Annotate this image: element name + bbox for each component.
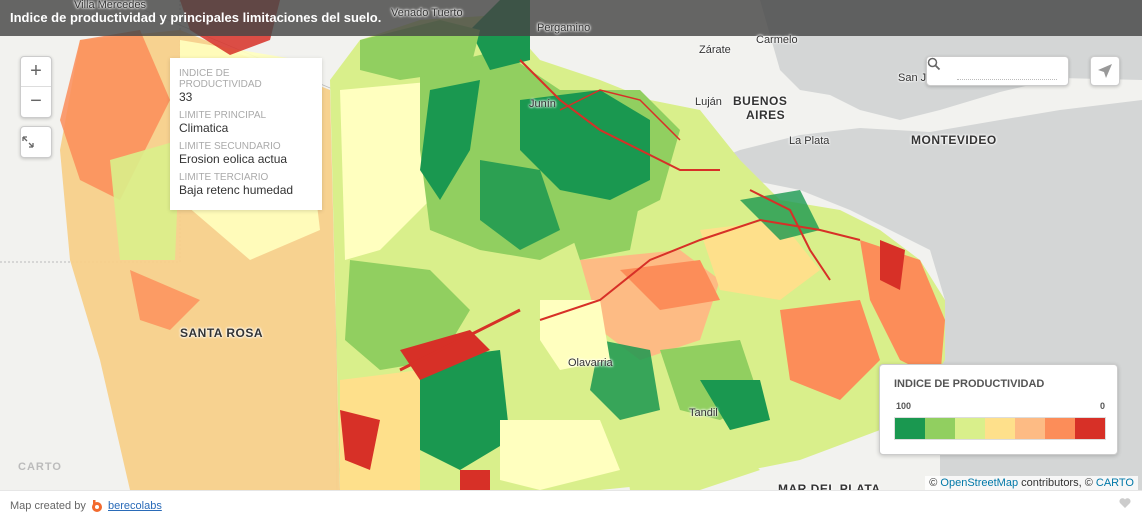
- legend-swatch-3: [985, 418, 1015, 439]
- city-label-venado-tuerto: Venado Tuerto: [391, 7, 463, 19]
- zoom-out-button[interactable]: −: [21, 87, 51, 117]
- city-label-mar-del-plata: MAR DEL PLATA: [778, 482, 881, 490]
- infowindow-label-secundario: LIMITE SECUNDARIO: [179, 141, 281, 152]
- legend-swatch-4: [1015, 418, 1045, 439]
- legend-right-label: 0: [1099, 401, 1105, 411]
- city-label-montevideo: MONTEVIDEO: [911, 133, 997, 147]
- share-button[interactable]: [1090, 56, 1120, 86]
- infowindow-label-productividad: INDICE DE PRODUCTIVIDAD: [179, 68, 262, 90]
- city-label-junin: Junín: [529, 98, 556, 110]
- city-label-aires: AIRES: [746, 108, 786, 122]
- share-icon: [1098, 64, 1112, 78]
- legend-swatch-5: [1045, 418, 1075, 439]
- infowindow-value-terciario: Baja retenc humedad: [179, 183, 294, 197]
- legend-left-label: 100: [896, 401, 912, 411]
- legend-swatch-2: [955, 418, 985, 439]
- search-box[interactable]: [926, 56, 1069, 86]
- carto-link[interactable]: CARTO: [1096, 477, 1134, 489]
- fullscreen-icon: [22, 136, 34, 148]
- infowindow-value-principal: Climatica: [179, 121, 229, 135]
- city-label-santa-rosa: SANTA ROSA: [180, 326, 263, 340]
- footer-text: Map created by: [10, 500, 86, 512]
- fullscreen-button[interactable]: [20, 126, 52, 158]
- infowindow-label-principal: LIMITE PRINCIPAL: [179, 110, 267, 121]
- city-label-lujan: Luján: [695, 96, 722, 108]
- berecolabs-link[interactable]: berecolabs: [108, 500, 162, 512]
- legend-title: INDICE DE PRODUCTIVIDAD: [894, 378, 1045, 390]
- map-attribution: © OpenStreetMap contributors, © CARTO: [925, 476, 1138, 490]
- berecolabs-logo-icon: [92, 500, 102, 512]
- city-label-carmelo: Carmelo: [756, 34, 798, 46]
- attribution-middle: contributors, ©: [1021, 477, 1093, 489]
- legend-swatch-6: [1075, 418, 1105, 439]
- legend-panel: INDICE DE PRODUCTIVIDAD 100 0: [879, 364, 1118, 455]
- legend-swatch-1: [925, 418, 955, 439]
- city-label-tandil: Tandil: [689, 407, 718, 419]
- infowindow-label-terciario: LIMITE TERCIARIO: [179, 172, 269, 183]
- city-label-buenos: BUENOS: [733, 94, 788, 108]
- footer: Map created by berecolabs: [0, 490, 1142, 518]
- map-canvas[interactable]: Indice de productividad y principales li…: [0, 0, 1142, 490]
- infowindow-value-productividad: 33: [179, 90, 193, 104]
- city-label-villa-mercedes: Villa Mercedes: [74, 0, 146, 11]
- search-input[interactable]: [957, 79, 1057, 80]
- city-label-pergamino: Pergamino: [537, 22, 591, 34]
- search-icon: [927, 57, 941, 71]
- zoom-control: + −: [20, 56, 52, 118]
- attribution-prefix: ©: [929, 477, 938, 489]
- infowindow-value-secundario: Erosion eolica actua: [179, 152, 288, 166]
- feature-infowindow: INDICE DE PRODUCTIVIDAD 33 LIMITE PRINCI…: [170, 58, 322, 210]
- city-label-olavarria: Olavarria: [568, 357, 613, 369]
- city-label-san-j: San J: [898, 72, 927, 84]
- carto-watermark: CARTO: [18, 461, 62, 473]
- zoom-in-button[interactable]: +: [21, 57, 51, 87]
- legend-swatch-0: [895, 418, 925, 439]
- heart-icon[interactable]: [1119, 497, 1131, 509]
- legend-color-ramp: [894, 417, 1106, 440]
- city-label-zarate: Zárate: [699, 44, 731, 56]
- city-label-la-plata: La Plata: [789, 135, 830, 147]
- osm-link[interactable]: OpenStreetMap: [940, 477, 1018, 489]
